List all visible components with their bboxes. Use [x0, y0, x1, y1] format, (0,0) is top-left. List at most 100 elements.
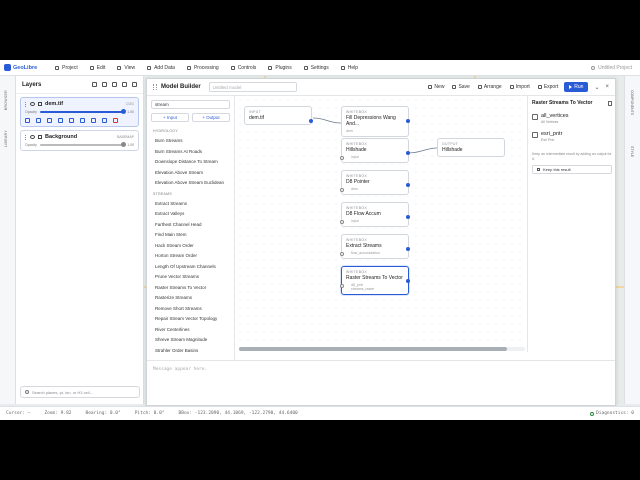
model-name-input[interactable]: Untitled model	[208, 82, 297, 92]
import-button[interactable]: Import	[509, 84, 530, 90]
input-port[interactable]	[340, 284, 344, 288]
drag-grip-icon[interactable]	[153, 84, 157, 90]
output-port[interactable]	[406, 247, 410, 251]
add-output-button[interactable]: + Output	[192, 113, 230, 122]
palette-item[interactable]: Prune Vector Streams	[147, 272, 234, 283]
new-button[interactable]: New	[428, 84, 444, 90]
style-tab[interactable]: STYLE	[630, 146, 634, 157]
trash-icon[interactable]	[113, 118, 118, 123]
palette-item[interactable]: Hack Stream Order	[147, 241, 234, 252]
menu-add-data[interactable]: Add Data	[147, 65, 175, 71]
raster-streams-to-vector-node[interactable]: WHITEBOX Raster Streams To Vector d8_pnt…	[340, 266, 410, 295]
drag-handle-icon[interactable]	[25, 134, 27, 140]
chevron-down-icon[interactable]: ⌄	[594, 84, 599, 91]
output-option[interactable]: all_vertices All Vertices	[532, 113, 612, 124]
input-port[interactable]	[340, 220, 344, 224]
menu-view[interactable]: View	[117, 65, 135, 71]
palette-item[interactable]: Extract Streams	[147, 199, 234, 210]
palette-item[interactable]: Farthest Channel Head	[147, 220, 234, 231]
table-icon[interactable]	[69, 118, 74, 123]
menu-controls[interactable]: Controls	[230, 65, 256, 71]
trash-icon[interactable]	[608, 100, 612, 106]
close-icon[interactable]: ×	[605, 84, 609, 90]
zoom-to-icon[interactable]	[47, 118, 52, 123]
eye-icon[interactable]	[30, 135, 35, 139]
extract-streams-node[interactable]: WHITEBOX Extract Streams flow_accumulati…	[340, 234, 410, 259]
menu-project[interactable]: Project	[55, 65, 78, 71]
save-button[interactable]: Save	[452, 84, 470, 90]
filter-icon[interactable]	[112, 82, 117, 87]
moon-icon[interactable]	[591, 66, 596, 70]
palette-item[interactable]: Extract Valleys	[147, 209, 234, 220]
opacity-slider[interactable]	[39, 142, 127, 147]
output-port[interactable]	[406, 119, 410, 123]
palette-item[interactable]: River Centerlines	[147, 325, 234, 336]
checkbox[interactable]	[532, 132, 538, 138]
output-port[interactable]	[406, 215, 410, 219]
slider-knob[interactable]	[121, 109, 127, 114]
palette-item[interactable]: Length Of Upstream Channels	[147, 262, 234, 273]
layer-item-dem[interactable]: dem.tif COG Opacity 1.00	[20, 97, 139, 127]
copy-icon[interactable]	[102, 118, 107, 123]
export-button[interactable]: Export	[537, 84, 558, 90]
input-port[interactable]	[340, 156, 344, 160]
menu-plugins[interactable]: Plugins	[268, 65, 292, 71]
eye-icon[interactable]	[30, 102, 35, 106]
palette-item[interactable]: Repair Stream Vector Topology	[147, 314, 234, 325]
output-port[interactable]	[406, 183, 410, 187]
input-port[interactable]	[340, 188, 344, 192]
fill-depressions-node[interactable]: WHITEBOX Fill Depressions Wang And... de…	[341, 106, 410, 137]
palette-item[interactable]: Elevation Above Stream Euclidean	[147, 178, 234, 189]
add-input-button[interactable]: + Input	[151, 113, 189, 122]
d8-pointer-node[interactable]: WHITEBOX D8 Pointer dem	[340, 170, 410, 195]
hillshade-node[interactable]: WHITEBOX Hillshade input	[340, 138, 410, 163]
model-canvas[interactable]: INPUT dem.tif WHITEBOX Fill Depressions …	[236, 96, 526, 352]
palette-item[interactable]: Remove Short Streams	[147, 304, 234, 315]
palette-item[interactable]: Horton Stream Order	[147, 251, 234, 262]
palette-item[interactable]: Burn Streams At Roads	[147, 147, 234, 158]
library-tab[interactable]: LIBRARY	[4, 130, 8, 147]
palette-item[interactable]: Downslope Distance To Stream	[147, 157, 234, 168]
output-node[interactable]: OUTPUT Hillshade	[437, 138, 505, 157]
canvas-scrollbar[interactable]	[239, 347, 525, 351]
group-icon[interactable]	[102, 82, 107, 87]
output-port[interactable]	[406, 151, 410, 155]
palette-item[interactable]: Elevation Above Stream	[147, 168, 234, 179]
palette-item[interactable]: Rasterize Streams	[147, 293, 234, 304]
menu-edit[interactable]: Edit	[89, 65, 105, 71]
menu-processing[interactable]: Processing	[186, 65, 219, 71]
info-icon[interactable]	[80, 118, 85, 123]
components-tab[interactable]: COMPONENTS	[630, 90, 634, 115]
layer-item-background[interactable]: Background BASEMAP Opacity 1.00	[20, 130, 139, 151]
diagnostics-indicator[interactable]: Diagnostics: 0	[590, 411, 634, 416]
checkbox[interactable]	[532, 114, 538, 120]
input-node[interactable]: INPUT dem.tif	[244, 106, 313, 125]
move-up-icon[interactable]	[25, 118, 30, 123]
output-port[interactable]	[309, 119, 313, 123]
output-port[interactable]	[406, 279, 410, 283]
move-down-icon[interactable]	[36, 118, 41, 123]
location-search[interactable]: Search places, pt, lon, or H3 cell...	[20, 386, 140, 398]
settings-icon[interactable]	[91, 118, 96, 123]
input-port[interactable]	[340, 252, 344, 256]
add-layer-icon[interactable]	[92, 82, 97, 87]
menu-settings[interactable]: Settings	[303, 65, 329, 71]
style-icon[interactable]	[58, 118, 63, 123]
collapse-icon[interactable]	[132, 82, 137, 87]
palette-item[interactable]: Burn Streams	[147, 136, 234, 147]
scrollbar-thumb[interactable]	[239, 347, 507, 351]
d8-flow-accum-node[interactable]: WHITEBOX D8 Flow Accum input	[340, 202, 410, 227]
run-button[interactable]: Run	[564, 82, 589, 92]
drag-handle-icon[interactable]	[25, 101, 27, 107]
palette-search-input[interactable]: stream	[151, 100, 230, 109]
palette-item[interactable]: Raster Streams To Vector	[147, 283, 234, 294]
output-option[interactable]: esri_pntr Esri Pntr	[532, 131, 612, 142]
browser-tab[interactable]: BROWSER	[4, 90, 8, 110]
keep-result-button[interactable]: Keep this result	[532, 165, 612, 174]
palette-item[interactable]: Find Main Stem	[147, 230, 234, 241]
slider-knob[interactable]	[121, 142, 127, 147]
menu-help[interactable]: Help	[340, 65, 358, 71]
arrange-button[interactable]: Arrange	[477, 84, 502, 90]
visibility-icon[interactable]	[122, 82, 127, 87]
palette-item[interactable]: Shreve Stream Magnitude	[147, 335, 234, 346]
